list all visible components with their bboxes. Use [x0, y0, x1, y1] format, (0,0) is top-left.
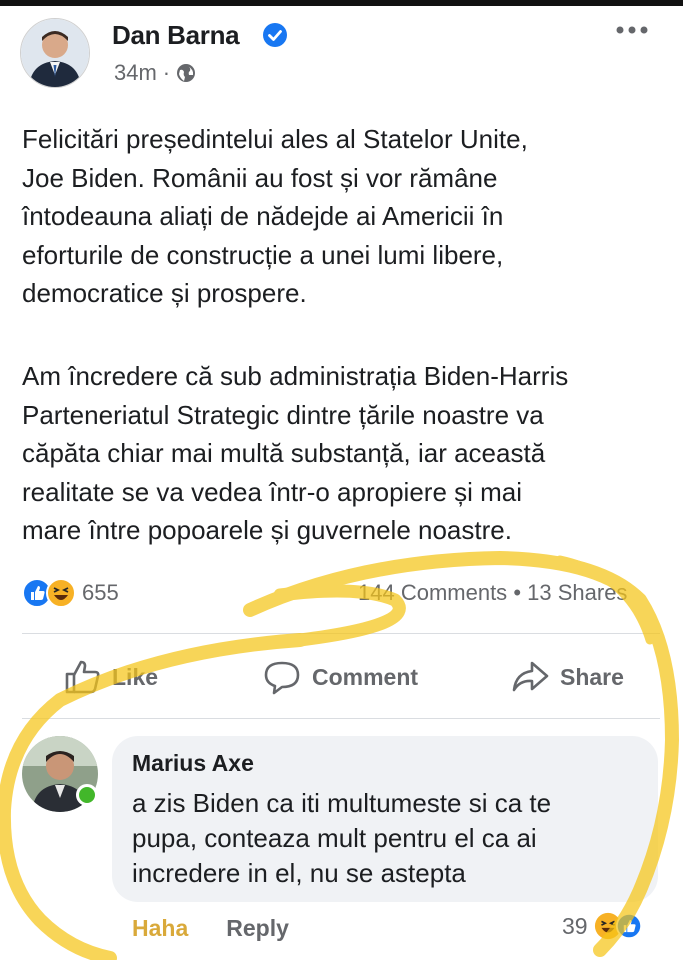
post-text-line: Parteneriatul Strategic dintre țările no…: [22, 399, 544, 430]
post-paragraph-1: Felicitări președintelui ales al Statelo…: [22, 120, 662, 313]
share-button[interactable]: Share: [510, 657, 624, 697]
post-text-line: Am încredere că sub administrația Biden-…: [22, 361, 569, 391]
post-text-line: democratice și prospere.: [22, 278, 307, 308]
divider: [22, 633, 660, 634]
comment-text-line: a zis Biden ca iti multumeste si ca te: [132, 788, 552, 818]
meta-separator: ·: [162, 60, 171, 85]
post-text-line: realitate se va vedea într-o apropiere ș…: [22, 476, 523, 507]
comment-text: a zis Biden ca iti multumeste si ca te p…: [132, 786, 642, 891]
post-text-line: mare între popoarele și guvernele noastr…: [22, 515, 512, 545]
globe-icon: [177, 64, 196, 82]
post-meta: 34m ·: [114, 60, 196, 86]
shares-count[interactable]: 13 Shares: [527, 580, 627, 605]
comment-label: Comment: [312, 663, 419, 690]
haha-button[interactable]: Haha: [132, 915, 188, 942]
comment-text-line: incredere in el, nu se astepta: [132, 858, 466, 888]
haha-reaction-icon: [46, 578, 76, 608]
post-paragraph-2: Am încredere că sub administrația Biden-…: [22, 357, 662, 550]
post-text-line: întodeauna aliați de nădejde ai Americii…: [22, 201, 504, 231]
like-button[interactable]: Like: [62, 657, 158, 697]
more-icon[interactable]: [612, 18, 652, 42]
comment-share-counts: 144 Comments • 13 Shares: [358, 580, 627, 606]
share-label: Share: [560, 663, 624, 690]
verified-icon: [263, 23, 287, 47]
thumbs-up-icon: [65, 660, 100, 694]
post-text-line: Joe Biden. Românii au fost și vor rămâne: [22, 162, 498, 193]
author-avatar[interactable]: [20, 18, 90, 88]
post-author[interactable]: Dan Barna: [112, 20, 240, 51]
comment-button[interactable]: Comment: [262, 657, 418, 697]
reply-button[interactable]: Reply: [226, 915, 289, 942]
comment-author[interactable]: Marius Axe: [132, 750, 254, 777]
comment-text-line: pupa, conteaza mult pentru el ca ai: [132, 823, 537, 853]
comment-actions: Haha Reply: [132, 915, 289, 942]
post-text-line: căpăta chiar mai multă substanță, iar ac…: [22, 438, 546, 468]
comments-count[interactable]: 144 Comments: [358, 580, 507, 605]
post-text-line: eforturile de construcție a unei lumi li…: [22, 239, 504, 270]
post-time[interactable]: 34m: [114, 60, 157, 86]
divider: [22, 718, 660, 719]
counts-separator: •: [513, 580, 522, 605]
post-text-line: Felicitări președintelui ales al Statelo…: [22, 124, 528, 154]
share-icon: [512, 661, 549, 692]
online-status-indicator: [76, 784, 98, 806]
top-bar: [0, 0, 683, 6]
like-label: Like: [112, 663, 159, 690]
reaction-count: 655: [82, 580, 119, 605]
comment-reactions[interactable]: 39: [562, 912, 642, 940]
comment-reaction-count: 39: [562, 912, 588, 939]
reaction-summary[interactable]: 655: [22, 578, 119, 608]
like-reaction-icon: [615, 913, 642, 939]
comment-icon: [264, 661, 300, 695]
